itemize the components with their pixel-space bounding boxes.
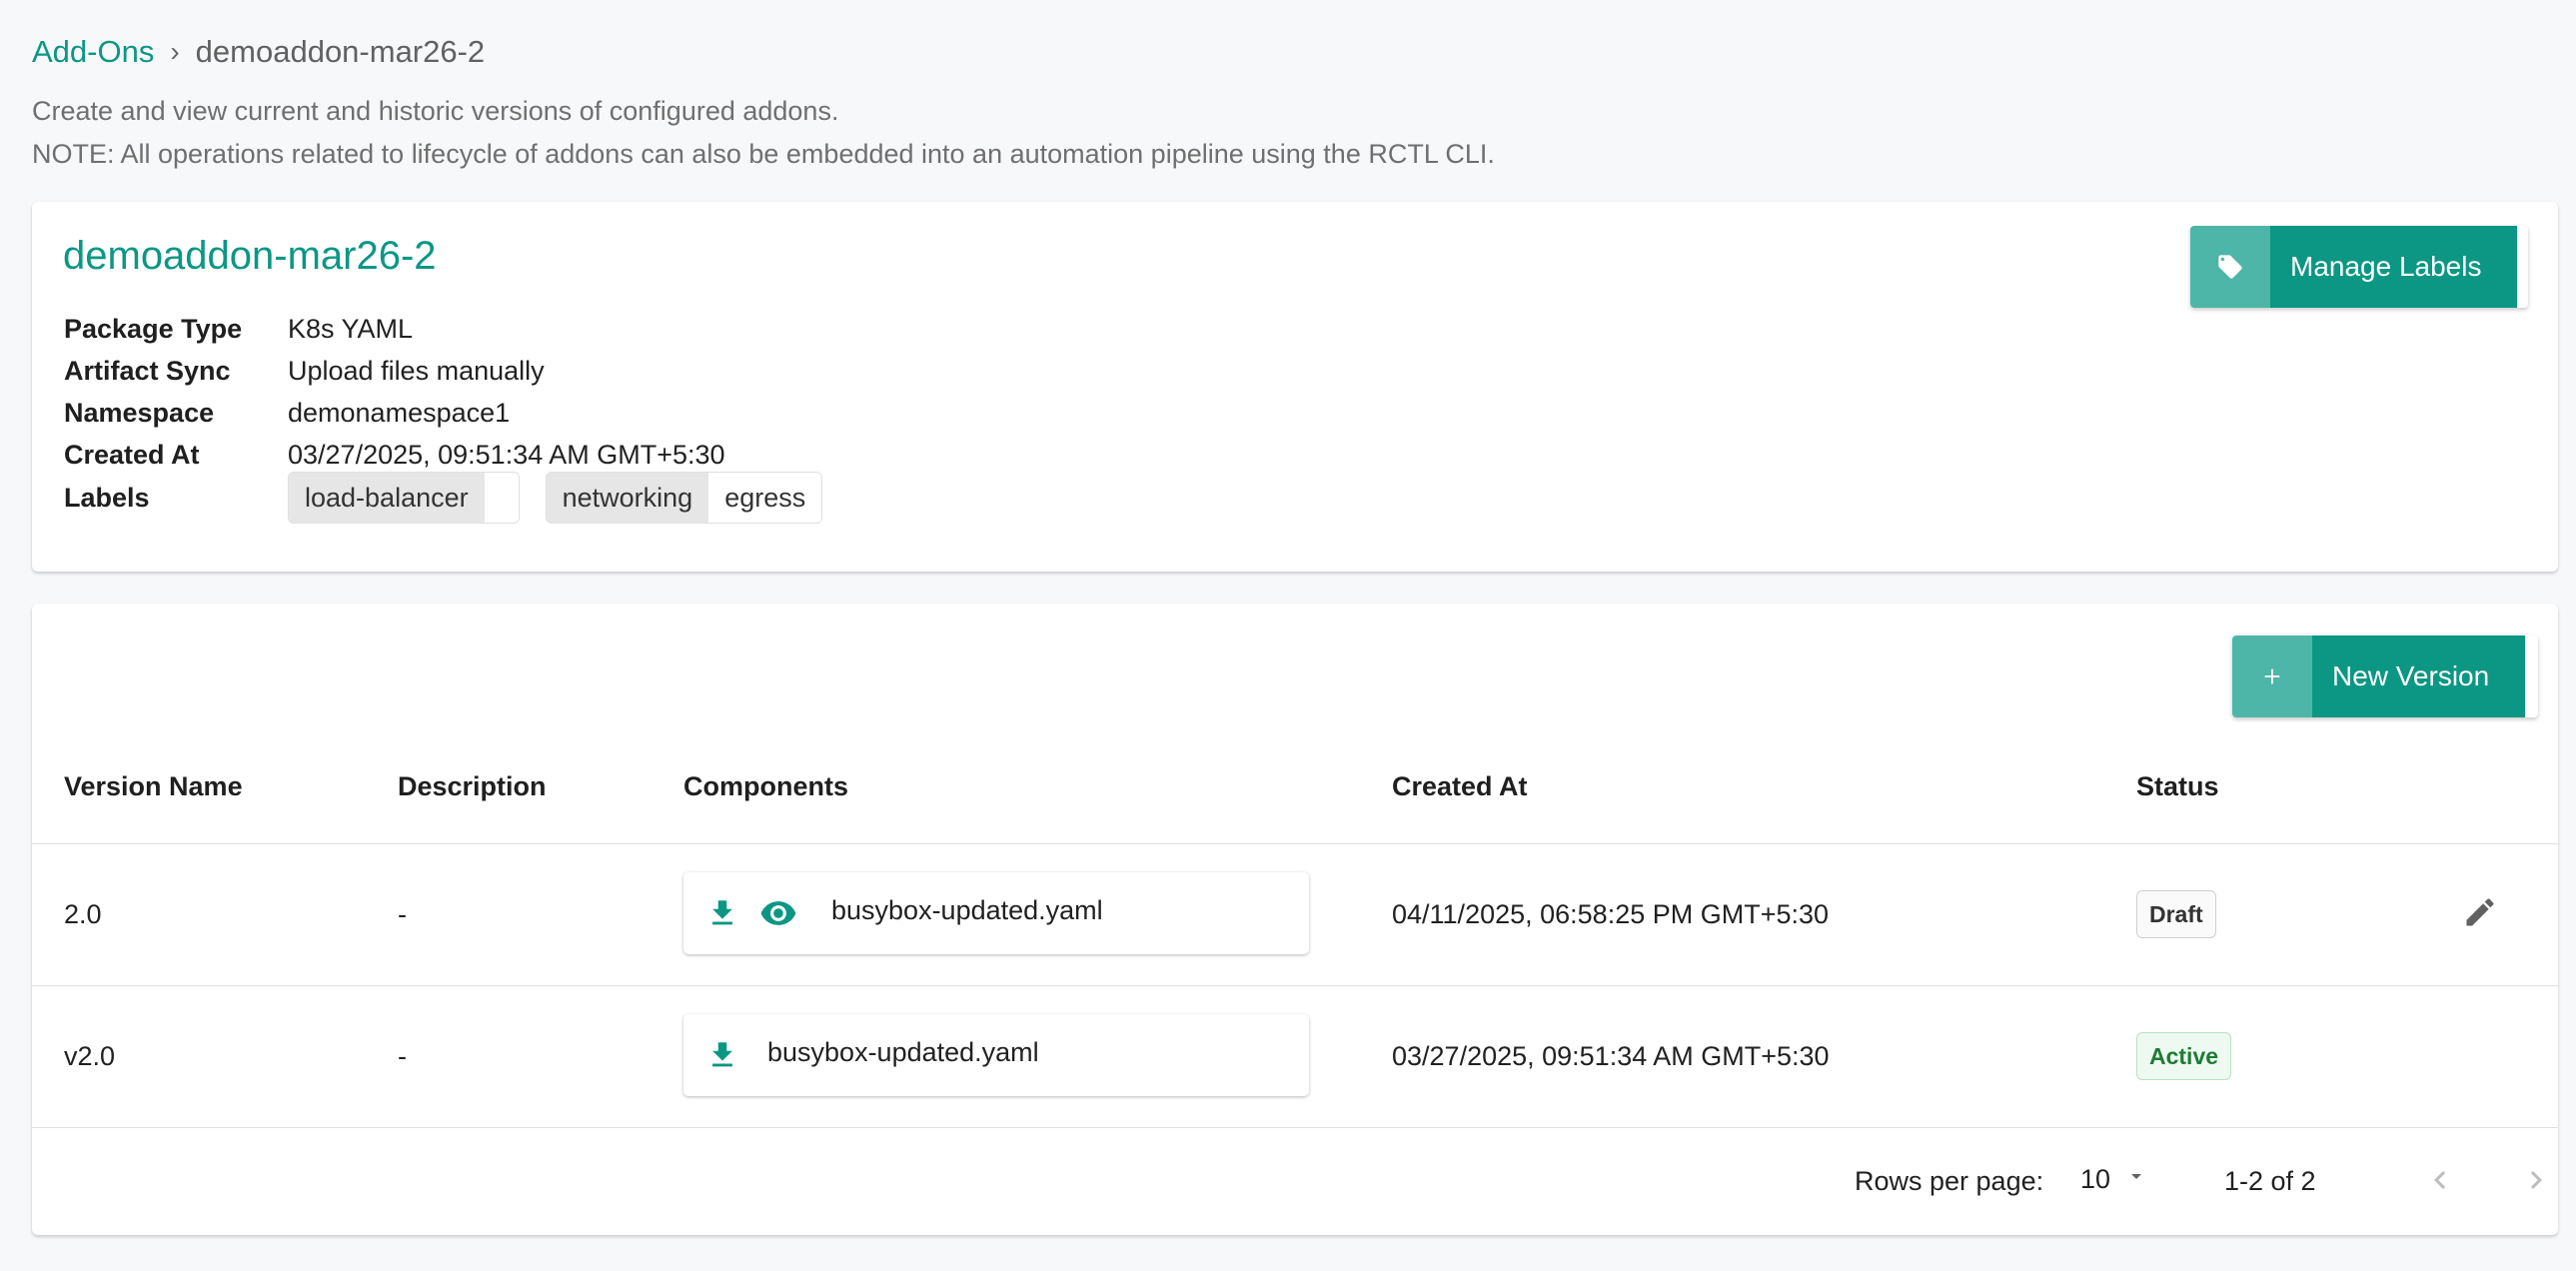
breadcrumb: Add-Ons › demoaddon-mar26-2 — [32, 34, 1495, 70]
breadcrumb-separator: › — [170, 36, 180, 67]
pencil-icon[interactable] — [2462, 894, 2498, 930]
version-description: - — [398, 1040, 407, 1071]
version-created-at: 03/27/2025, 09:51:34 AM GMT+5:30 — [1392, 1040, 1830, 1071]
detail-label: Package Type — [64, 313, 243, 344]
component-filename: busybox-updated.yaml — [831, 894, 1103, 925]
detail-row-created-at: Created At 03/27/2025, 09:51:34 AM GMT+5… — [64, 434, 822, 476]
addon-details: Package Type K8s YAML Artifact Sync Uplo… — [64, 308, 823, 524]
component-card: busybox-updated.yaml — [683, 1014, 1309, 1096]
label-chips: load-balancer networking egress — [288, 472, 823, 524]
breadcrumb-current: demoaddon-mar26-2 — [195, 34, 486, 69]
chevron-left-icon[interactable] — [2418, 1158, 2462, 1202]
version-name: v2.0 — [64, 1040, 116, 1071]
rows-per-page-select[interactable]: 10 — [2080, 1164, 2148, 1195]
download-icon[interactable] — [705, 896, 739, 930]
label-value: egress — [708, 473, 822, 523]
detail-value: 03/27/2025, 09:51:34 AM GMT+5:30 — [288, 439, 725, 470]
page-header: Add-Ons › demoaddon-mar26-2 Create and v… — [32, 34, 1495, 176]
new-version-label: New Version — [2312, 636, 2526, 717]
detail-label: Labels — [64, 482, 150, 513]
rows-per-page-label: Rows per page: — [1855, 1166, 2044, 1196]
table-row: 2.0 - busybox-updated.yaml 04/11/2025, 0… — [32, 843, 2558, 985]
label-key: load-balancer — [289, 473, 485, 523]
description-line: Create and view current and historic ver… — [32, 96, 839, 126]
breadcrumb-addons-link[interactable]: Add-Ons — [32, 34, 154, 70]
column-header-description[interactable]: Description — [398, 771, 547, 802]
page-description: Create and view current and historic ver… — [32, 90, 1495, 176]
eye-icon[interactable] — [759, 894, 797, 932]
tag-icon — [2190, 226, 2270, 308]
component-card: busybox-updated.yaml — [683, 872, 1309, 954]
plus-icon — [2232, 636, 2312, 717]
detail-row-package-type: Package Type K8s YAML — [64, 308, 822, 350]
caret-down-icon — [2124, 1164, 2148, 1195]
label-chip: load-balancer — [288, 472, 520, 524]
addon-title: demoaddon-mar26-2 — [63, 234, 437, 278]
detail-label: Artifact Sync — [64, 355, 231, 386]
detail-value: K8s YAML — [288, 313, 414, 344]
detail-row-labels: Labels load-balancer networking egress — [64, 472, 823, 524]
new-version-button[interactable]: New Version — [2232, 636, 2538, 717]
label-chip: networking egress — [545, 472, 823, 524]
pagination-range: 1-2 of 2 — [2224, 1166, 2316, 1196]
detail-row-artifact-sync: Artifact Sync Upload files manually — [64, 350, 822, 392]
addon-detail-card: demoaddon-mar26-2 Manage Labels Package … — [32, 202, 2558, 572]
detail-label: Created At — [64, 439, 200, 470]
versions-card: New Version Version Name Description Com… — [32, 604, 2558, 1235]
note-line: NOTE: All operations related to lifecycl… — [32, 139, 1495, 169]
status-badge: Draft — [2136, 890, 2216, 938]
detail-label: Namespace — [64, 397, 215, 428]
detail-value: demonamespace1 — [288, 397, 511, 428]
component-filename: busybox-updated.yaml — [767, 1036, 1039, 1067]
version-name: 2.0 — [64, 898, 102, 929]
table-row: v2.0 - busybox-updated.yaml 03/27/2025, … — [32, 985, 2558, 1127]
status-badge: Active — [2136, 1032, 2232, 1080]
detail-value: Upload files manually — [288, 355, 545, 386]
column-header-status[interactable]: Status — [2136, 771, 2219, 802]
download-icon[interactable] — [705, 1038, 739, 1072]
table-pagination: Rows per page: 10 1-2 of 2 — [32, 1127, 2558, 1235]
chevron-right-icon[interactable] — [2514, 1158, 2558, 1202]
label-key: networking — [546, 473, 709, 523]
detail-row-namespace: Namespace demonamespace1 — [64, 392, 822, 434]
column-header-created-at[interactable]: Created At — [1392, 771, 1528, 802]
column-header-components[interactable]: Components — [683, 771, 848, 802]
rows-per-page-value: 10 — [2080, 1164, 2111, 1194]
version-created-at: 04/11/2025, 06:58:25 PM GMT+5:30 — [1392, 898, 1830, 929]
version-description: - — [398, 898, 407, 929]
column-header-version-name[interactable]: Version Name — [64, 771, 243, 802]
manage-labels-button[interactable]: Manage Labels — [2190, 226, 2528, 308]
label-value — [484, 473, 519, 523]
manage-labels-label: Manage Labels — [2270, 226, 2518, 308]
